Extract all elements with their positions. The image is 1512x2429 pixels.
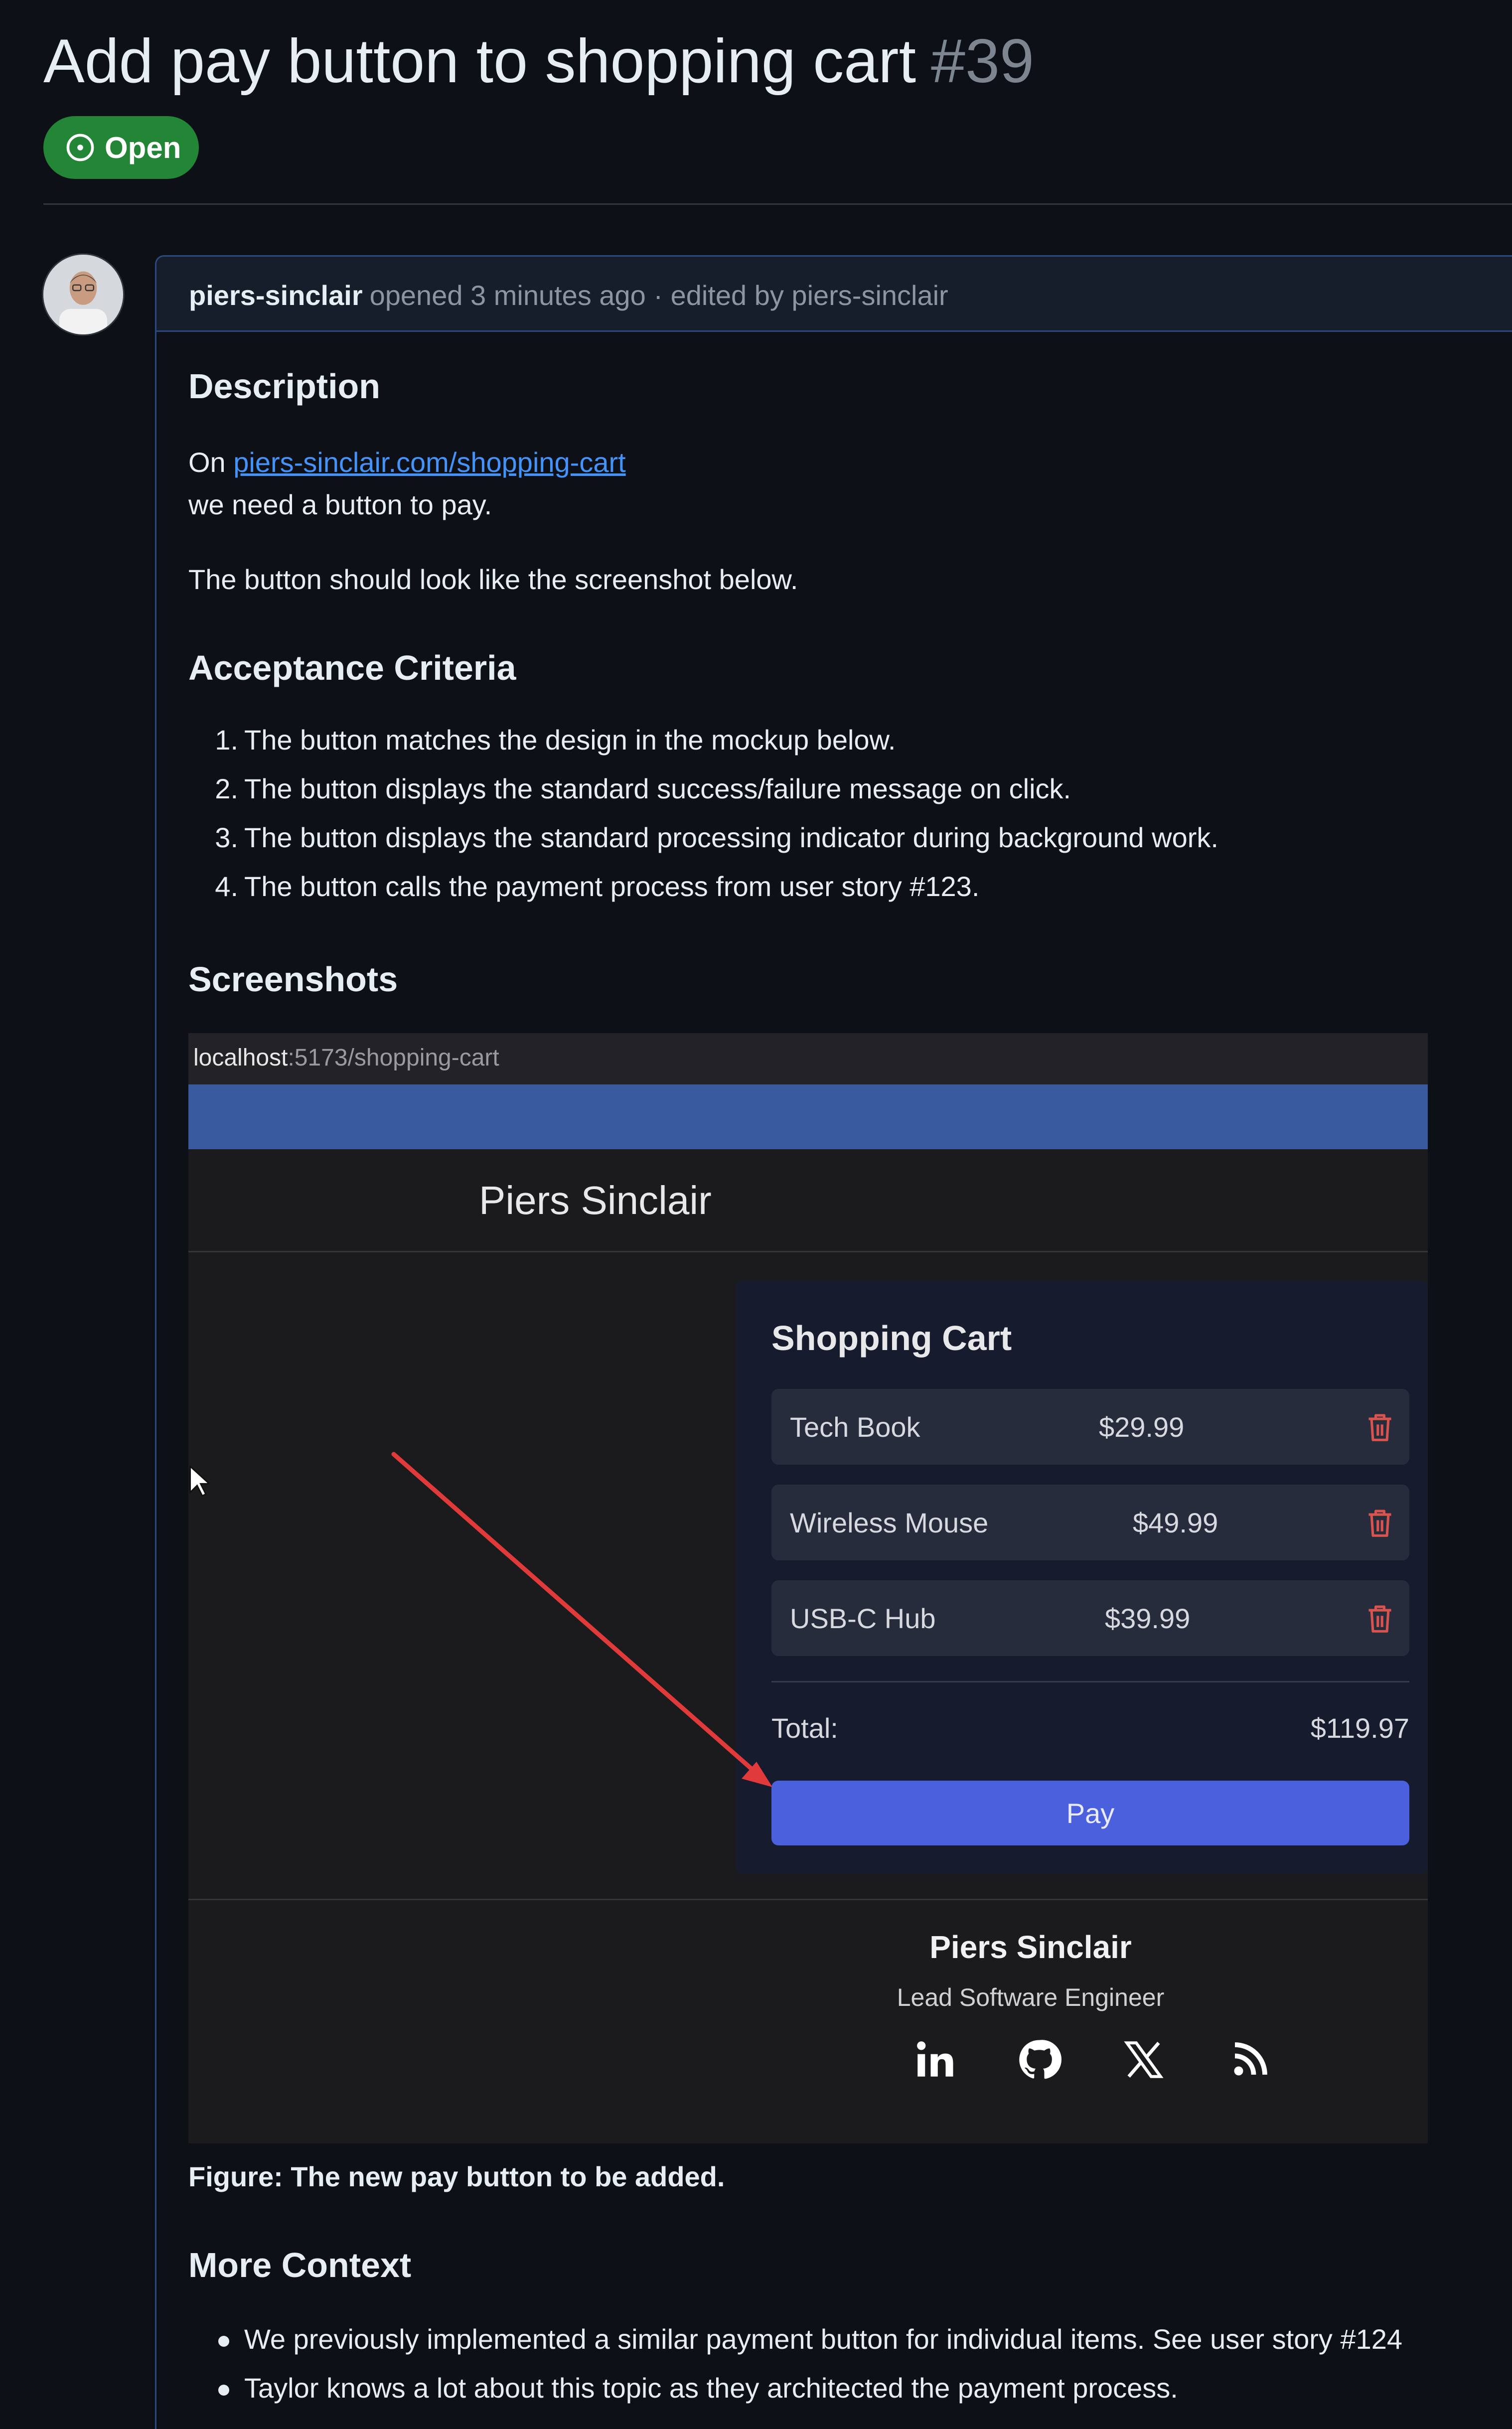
shopping-cart-link[interactable]: piers-sinclair.com/shopping-cart	[233, 447, 625, 478]
footer-name: Piers Sinclair	[929, 1929, 1132, 1965]
list-item: 4. The button calls the payment process f…	[215, 871, 980, 902]
list-item: 3. The button displays the standard proce…	[215, 822, 1218, 853]
avatar[interactable]	[42, 253, 125, 336]
comment-author[interactable]: piers-sinclair	[189, 280, 363, 311]
status-badge-label: Open	[105, 131, 181, 164]
linkedin-icon	[917, 2041, 953, 2077]
comment-meta: opened 3 minutes ago · edited by piers-s…	[369, 280, 948, 311]
list-item: We previously implemented a similar paym…	[188, 2315, 1402, 2364]
context-heading: More Context	[188, 2246, 412, 2284]
x-icon	[1124, 2041, 1164, 2078]
comment-header: piers-sinclair opened 3 minutes ago · edi…	[155, 255, 1512, 332]
divider	[43, 203, 1512, 205]
figure-caption: Figure: The new pay button to be added.	[188, 2161, 725, 2192]
description-line-1: On piers-sinclair.com/shopping-cart	[188, 446, 626, 478]
context-list: We previously implemented a similar paym…	[188, 2315, 1402, 2413]
acceptance-heading: Acceptance Criteria	[188, 648, 516, 687]
description-prefix: On	[188, 447, 226, 478]
description-heading: Description	[188, 367, 381, 406]
divider	[188, 1899, 1428, 1900]
list-item: Taylor knows a lot about this topic as t…	[188, 2364, 1402, 2413]
issue-title-text: Add pay button to shopping cart	[43, 27, 916, 96]
issue-open-icon	[66, 134, 94, 161]
issue-title: Add pay button to shopping cart #39	[43, 27, 1034, 95]
comment-border	[155, 332, 156, 2429]
acceptance-list: 1. The button matches the design in the m…	[188, 716, 1218, 911]
cursor-icon	[189, 1465, 209, 1497]
avatar-image	[43, 255, 123, 334]
screenshot-image: localhost:5173/shopping-cart Piers Sincl…	[188, 1033, 1428, 2143]
issue-number: #39	[931, 27, 1034, 96]
description-line-2: we need a button to pay.	[188, 489, 492, 520]
list-item: 2. The button displays the standard succe…	[215, 773, 1071, 804]
list-item: 1. The button matches the design in the m…	[215, 724, 896, 756]
rss-icon	[1234, 2042, 1267, 2076]
github-icon	[1019, 2040, 1061, 2079]
description-line-3: The button should look like the screensh…	[188, 564, 798, 595]
screenshots-heading: Screenshots	[188, 960, 398, 999]
status-badge: Open	[43, 116, 199, 179]
arrow-annotation	[391, 1452, 772, 1787]
footer-role: Lead Software Engineer	[897, 1983, 1165, 2011]
